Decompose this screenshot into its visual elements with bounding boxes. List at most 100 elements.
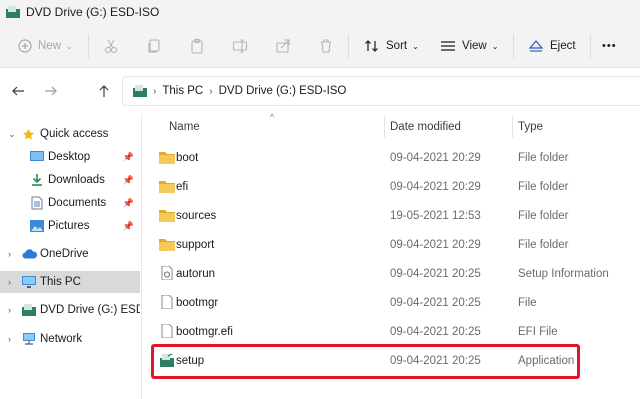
file-type: File folder bbox=[518, 151, 569, 164]
column-divider[interactable] bbox=[512, 116, 513, 138]
cloud-icon bbox=[22, 249, 37, 259]
separator bbox=[348, 34, 349, 58]
delete-button[interactable] bbox=[318, 24, 334, 68]
column-divider[interactable] bbox=[384, 116, 385, 138]
sort-button[interactable]: Sort ⌄ bbox=[364, 24, 419, 68]
forward-button[interactable] bbox=[40, 80, 62, 102]
nav-item-network[interactable]: › Network bbox=[0, 328, 140, 350]
file-type: EFI File bbox=[518, 325, 558, 338]
downloads-icon bbox=[32, 174, 42, 186]
file-row[interactable]: support 09-04-2021 20:29 File folder bbox=[143, 230, 640, 259]
file-date: 09-04-2021 20:25 bbox=[390, 325, 481, 338]
breadcrumb-this-pc[interactable]: This PC bbox=[162, 85, 203, 97]
title-bar: DVD Drive (G:) ESD-ISO bbox=[0, 0, 640, 24]
file-date: 09-04-2021 20:25 bbox=[390, 296, 481, 309]
cut-button[interactable] bbox=[103, 24, 119, 68]
file-row[interactable]: sources 19-05-2021 12:53 File folder bbox=[143, 201, 640, 230]
back-button[interactable] bbox=[7, 80, 29, 102]
star-icon bbox=[22, 128, 35, 139]
more-icon: ••• bbox=[602, 40, 617, 52]
copy-button[interactable] bbox=[146, 24, 162, 68]
nav-item-quick-access[interactable]: ⌄ Quick access bbox=[0, 123, 140, 145]
file-date: 19-05-2021 12:53 bbox=[390, 209, 481, 222]
file-row[interactable]: efi 09-04-2021 20:29 File folder bbox=[143, 172, 640, 201]
separator bbox=[590, 34, 591, 58]
nav-label-desktop: Desktop bbox=[48, 151, 91, 163]
file-date: 09-04-2021 20:29 bbox=[390, 151, 481, 164]
dvd-drive-icon bbox=[6, 6, 20, 18]
plus-circle-icon bbox=[18, 39, 32, 53]
file-row[interactable]: autorun 09-04-2021 20:25 Setup Informati… bbox=[143, 259, 640, 288]
file-name: bootmgr bbox=[176, 296, 219, 309]
file-row[interactable]: bootmgr.efi 09-04-2021 20:25 EFI File bbox=[143, 317, 640, 346]
pin-icon: 📌 bbox=[122, 151, 134, 162]
rename-button[interactable] bbox=[232, 24, 248, 68]
file-type: File bbox=[518, 296, 537, 309]
file-date: 09-04-2021 20:29 bbox=[390, 180, 481, 193]
file-name: efi bbox=[176, 180, 189, 193]
nav-label-quick-access: Quick access bbox=[40, 128, 109, 140]
nav-item-desktop[interactable]: Desktop 📌 bbox=[0, 146, 140, 168]
pin-icon: 📌 bbox=[122, 220, 134, 231]
folder-icon bbox=[159, 210, 175, 222]
file-icon bbox=[161, 295, 173, 309]
separator bbox=[513, 34, 514, 58]
network-icon bbox=[23, 333, 35, 345]
column-header-date[interactable]: Date modified bbox=[390, 114, 461, 140]
file-row[interactable]: boot 09-04-2021 20:29 File folder bbox=[143, 143, 640, 172]
rename-icon bbox=[232, 39, 248, 53]
copy-icon bbox=[148, 39, 160, 53]
arrow-left-icon bbox=[12, 86, 24, 96]
pictures-icon bbox=[30, 220, 44, 232]
view-button[interactable]: View ⌄ bbox=[440, 24, 498, 68]
pin-icon: 📌 bbox=[122, 174, 134, 185]
chevron-right-icon: › bbox=[8, 305, 11, 315]
view-icon bbox=[441, 41, 455, 51]
dvd-drive-icon bbox=[133, 85, 147, 97]
share-icon bbox=[276, 39, 290, 53]
nav-item-dvd-drive[interactable]: › DVD Drive (G:) ESD-ISO bbox=[0, 299, 140, 321]
chevron-down-icon: ⌄ bbox=[412, 41, 419, 51]
chevron-down-icon: ⌄ bbox=[66, 41, 73, 51]
file-name: sources bbox=[176, 209, 217, 222]
nav-item-documents[interactable]: Documents 📌 bbox=[0, 192, 140, 214]
share-button[interactable] bbox=[275, 24, 291, 68]
chevron-right-icon: › bbox=[8, 249, 11, 259]
monitor-icon bbox=[22, 276, 36, 288]
nav-item-onedrive[interactable]: › OneDrive bbox=[0, 243, 140, 265]
column-header-name[interactable]: Name bbox=[169, 114, 200, 140]
sort-up-icon: ^ bbox=[270, 112, 275, 122]
trash-icon bbox=[321, 39, 331, 53]
file-type: Setup Information bbox=[518, 267, 609, 280]
desktop-icon bbox=[30, 151, 44, 161]
nav-item-downloads[interactable]: Downloads 📌 bbox=[0, 169, 140, 191]
dvd-drive-icon bbox=[22, 304, 36, 316]
chevron-right-icon: › bbox=[209, 85, 213, 97]
file-row[interactable]: bootmgr 09-04-2021 20:25 File bbox=[143, 288, 640, 317]
new-button[interactable]: New ⌄ bbox=[18, 24, 73, 68]
address-row: › This PC › DVD Drive (G:) ESD-ISO bbox=[0, 68, 640, 114]
pin-icon: 📌 bbox=[122, 197, 134, 208]
chevron-right-icon: › bbox=[8, 277, 11, 287]
paste-button[interactable] bbox=[189, 24, 205, 68]
column-header-type[interactable]: Type bbox=[518, 114, 543, 140]
folder-icon bbox=[159, 181, 175, 193]
nav-item-this-pc[interactable]: › This PC bbox=[0, 271, 140, 293]
file-type: File folder bbox=[518, 209, 569, 222]
nav-label-this-pc: This PC bbox=[40, 276, 81, 288]
chevron-down-icon: ⌄ bbox=[491, 41, 499, 51]
chevron-right-icon: › bbox=[153, 85, 157, 97]
sort-button-label: Sort bbox=[386, 40, 408, 52]
up-button[interactable] bbox=[93, 80, 115, 102]
eject-button[interactable]: Eject bbox=[528, 24, 576, 68]
more-options-button[interactable]: ••• bbox=[602, 24, 617, 68]
breadcrumb-dvd-drive[interactable]: DVD Drive (G:) ESD-ISO bbox=[219, 85, 347, 97]
sort-icon bbox=[365, 40, 378, 52]
window-title: DVD Drive (G:) ESD-ISO bbox=[26, 5, 160, 19]
nav-label-downloads: Downloads bbox=[48, 174, 105, 186]
file-name: support bbox=[176, 238, 215, 251]
address-bar[interactable]: › This PC › DVD Drive (G:) ESD-ISO bbox=[122, 76, 640, 106]
eject-button-label: Eject bbox=[550, 40, 576, 52]
nav-item-pictures[interactable]: Pictures 📌 bbox=[0, 215, 140, 237]
scissors-icon bbox=[104, 39, 118, 54]
